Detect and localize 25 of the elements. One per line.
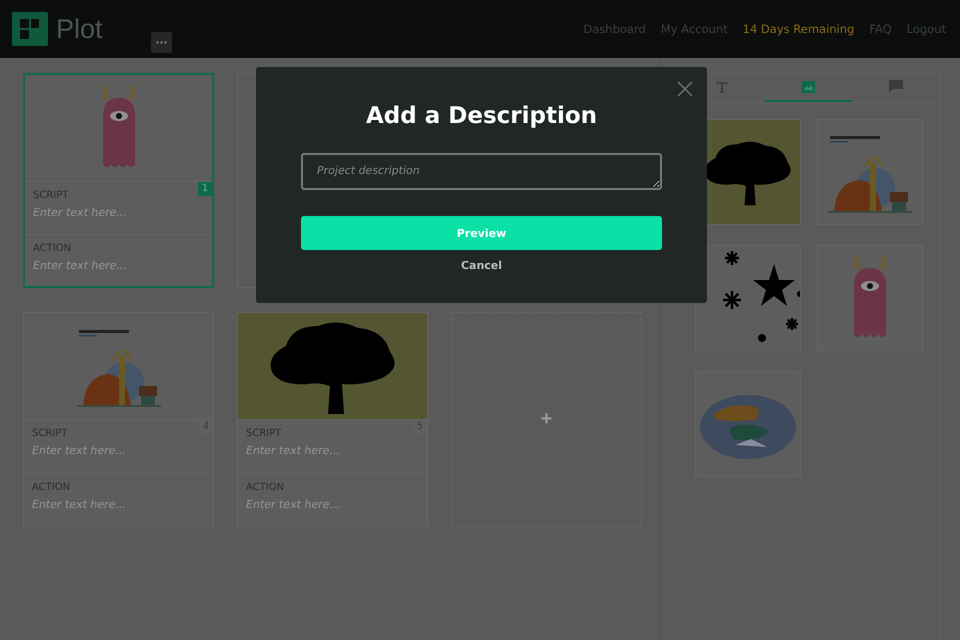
more-options-button[interactable]	[150, 32, 172, 52]
dialog-title: Add a Description	[366, 103, 598, 129]
script-input[interactable]: Enter text here...	[32, 444, 205, 457]
gallery-image[interactable]	[817, 245, 923, 351]
add-slide-button[interactable]: +	[451, 312, 642, 527]
ellipsis-icon	[156, 40, 167, 44]
nav-link[interactable]: 14 Days Remaining	[742, 22, 854, 36]
description-field[interactable]: Project description	[301, 153, 662, 190]
logo-icon	[12, 12, 48, 46]
image-icon	[802, 80, 815, 92]
script-input[interactable]: Enter text here...	[33, 206, 204, 219]
text-format-icon	[716, 80, 728, 92]
close-button[interactable]	[677, 81, 693, 97]
action-input[interactable]: Enter text here...	[33, 258, 204, 272]
gallery-image[interactable]	[695, 371, 801, 477]
speech-bubble-icon	[888, 80, 902, 93]
script-input[interactable]: Enter text here...	[246, 444, 419, 457]
action-input[interactable]: Enter text here...	[246, 498, 419, 510]
preview-button[interactable]: Preview	[301, 216, 662, 250]
slide-number: 1	[198, 182, 212, 196]
cancel-button[interactable]: Cancel	[454, 258, 508, 273]
gallery-image[interactable]	[817, 119, 923, 225]
logo-text: Plot	[56, 14, 103, 44]
action-input[interactable]: Enter text here...	[32, 498, 205, 510]
close-icon	[677, 81, 693, 97]
